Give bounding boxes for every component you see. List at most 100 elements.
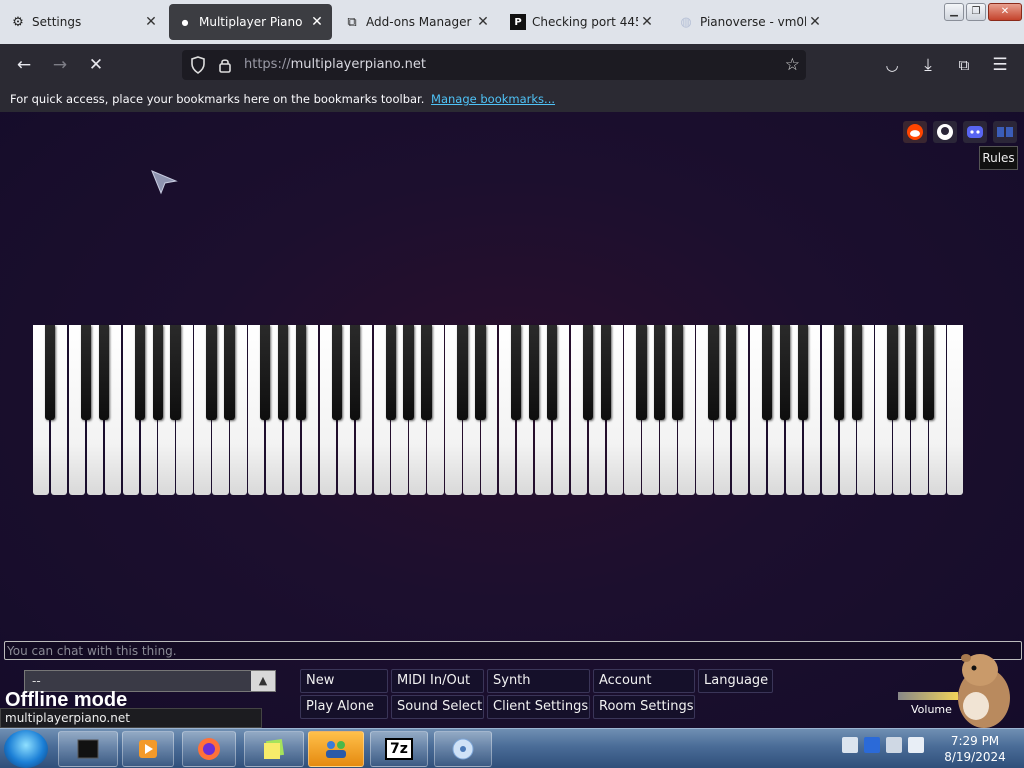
- black-key[interactable]: [582, 325, 594, 420]
- minimize-button[interactable]: ▁: [944, 3, 964, 21]
- media-player-icon[interactable]: [122, 731, 174, 767]
- sound-select-button[interactable]: Sound Select: [391, 695, 484, 719]
- account-button[interactable]: Account: [593, 669, 695, 693]
- black-key[interactable]: [134, 325, 145, 420]
- synth-button[interactable]: Synth: [487, 669, 590, 693]
- 7zip-icon[interactable]: 7z: [370, 731, 428, 767]
- black-key[interactable]: [654, 325, 665, 420]
- users-icon[interactable]: [308, 731, 364, 767]
- black-key[interactable]: [385, 325, 396, 420]
- pocket-icon[interactable]: ◡: [880, 54, 904, 76]
- sticky-notes-icon[interactable]: [244, 731, 304, 767]
- piano-app-icon[interactable]: [58, 731, 118, 767]
- screen: ⚙ Settings ✕ ● Multiplayer Piano ✕ ⧉ Add…: [0, 0, 1024, 768]
- black-key[interactable]: [170, 325, 181, 420]
- windows-start-button[interactable]: [4, 730, 48, 768]
- system-clock[interactable]: 7:29 PM 8/19/2024: [940, 733, 1010, 765]
- tab-settings[interactable]: ⚙ Settings ✕: [2, 4, 166, 40]
- language-button[interactable]: Language: [698, 669, 773, 693]
- black-key[interactable]: [833, 325, 844, 420]
- black-key[interactable]: [224, 325, 235, 420]
- black-key[interactable]: [80, 325, 92, 420]
- tab-multiplayer-piano[interactable]: ● Multiplayer Piano ✕: [169, 4, 332, 40]
- manage-bookmarks-link[interactable]: Manage bookmarks...: [431, 92, 555, 106]
- black-key[interactable]: [851, 325, 862, 420]
- black-key[interactable]: [260, 325, 271, 420]
- show-hidden-icon[interactable]: [842, 737, 858, 753]
- black-key[interactable]: [475, 325, 486, 420]
- black-key[interactable]: [600, 325, 611, 420]
- black-key[interactable]: [905, 325, 916, 420]
- black-key[interactable]: [779, 325, 791, 420]
- close-icon[interactable]: ✕: [474, 14, 492, 30]
- extensions-icon[interactable]: ⧉: [952, 54, 976, 76]
- black-key[interactable]: [44, 325, 56, 420]
- url-bar[interactable]: https://multiplayerpiano.net ☆: [182, 50, 806, 80]
- network-icon[interactable]: [886, 737, 902, 753]
- back-button[interactable]: ←: [12, 54, 36, 76]
- piano-keyboard[interactable]: [33, 325, 965, 495]
- black-key[interactable]: [797, 325, 809, 420]
- black-key[interactable]: [923, 325, 934, 420]
- bookmarks-toolbar: For quick access, place your bookmarks h…: [0, 86, 1024, 112]
- close-window-button[interactable]: ✕: [988, 3, 1022, 21]
- black-key[interactable]: [510, 325, 522, 420]
- url-host: multiplayerpiano.net: [290, 57, 426, 72]
- black-key[interactable]: [636, 325, 647, 420]
- black-key[interactable]: [206, 325, 217, 420]
- black-key[interactable]: [421, 325, 432, 420]
- black-key[interactable]: [277, 325, 289, 420]
- lock-icon[interactable]: [218, 57, 232, 73]
- black-key[interactable]: [672, 325, 683, 420]
- navigation-toolbar: ← → ✕ https://multiplayerpiano.net ☆ ◡ ⤓…: [0, 44, 1024, 86]
- chat-input[interactable]: You can chat with this thing.: [4, 641, 1022, 660]
- black-key[interactable]: [726, 325, 737, 420]
- url-text[interactable]: https://multiplayerpiano.net: [244, 50, 426, 80]
- tab-addons-manager[interactable]: ⧉ Add-ons Manager ✕: [336, 4, 498, 40]
- black-key[interactable]: [546, 325, 558, 420]
- close-icon[interactable]: ✕: [308, 14, 326, 30]
- black-key[interactable]: [887, 325, 898, 420]
- black-key[interactable]: [708, 325, 719, 420]
- tab-checking-port[interactable]: P Checking port 445 o ✕: [502, 4, 662, 40]
- stop-button[interactable]: ✕: [84, 54, 108, 76]
- play-alone-button[interactable]: Play Alone: [300, 695, 388, 719]
- black-key[interactable]: [98, 325, 110, 420]
- close-icon[interactable]: ✕: [638, 14, 656, 30]
- media-icon[interactable]: [434, 731, 492, 767]
- volume-slider[interactable]: [898, 692, 958, 700]
- white-key[interactable]: [947, 325, 964, 495]
- bluetooth-icon[interactable]: [864, 737, 880, 753]
- black-key[interactable]: [403, 325, 414, 420]
- black-key[interactable]: [331, 325, 343, 420]
- star-icon[interactable]: ☆: [785, 55, 800, 75]
- new-room-button[interactable]: New Room...: [300, 669, 388, 710]
- firefox-icon[interactable]: [182, 731, 236, 767]
- midi-in-out-button[interactable]: MIDI In/Out: [391, 669, 484, 693]
- multiplayer-piano-page: Rules You can chat with this thing. -- ▲…: [0, 112, 1024, 728]
- menu-icon[interactable]: ☰: [988, 54, 1012, 76]
- tab-pianoverse[interactable]: ◍ Pianoverse - vm0b0 ✕: [670, 4, 830, 40]
- pointer-cursor: [150, 169, 178, 199]
- discord-icon[interactable]: [963, 121, 987, 143]
- close-icon[interactable]: ✕: [806, 14, 824, 30]
- client-settings-button[interactable]: Client Settings: [487, 695, 590, 719]
- 7zip-label: 7z: [385, 738, 413, 760]
- close-icon[interactable]: ✕: [142, 14, 160, 30]
- blog-icon[interactable]: [993, 121, 1017, 143]
- room-settings-button[interactable]: Room Settings: [593, 695, 695, 719]
- black-key[interactable]: [152, 325, 163, 420]
- black-key[interactable]: [295, 325, 307, 420]
- shield-icon[interactable]: [190, 56, 206, 74]
- black-key[interactable]: [528, 325, 540, 420]
- black-key[interactable]: [349, 325, 361, 420]
- black-key[interactable]: [761, 325, 773, 420]
- forward-button[interactable]: →: [48, 54, 72, 76]
- github-icon[interactable]: [933, 121, 957, 143]
- speaker-icon[interactable]: [908, 737, 924, 753]
- black-key[interactable]: [457, 325, 468, 420]
- reddit-icon[interactable]: [903, 121, 927, 143]
- download-icon[interactable]: ⤓: [916, 54, 940, 76]
- triangle-up-icon[interactable]: ▲: [251, 671, 275, 691]
- maximize-button[interactable]: ❐: [966, 3, 986, 21]
